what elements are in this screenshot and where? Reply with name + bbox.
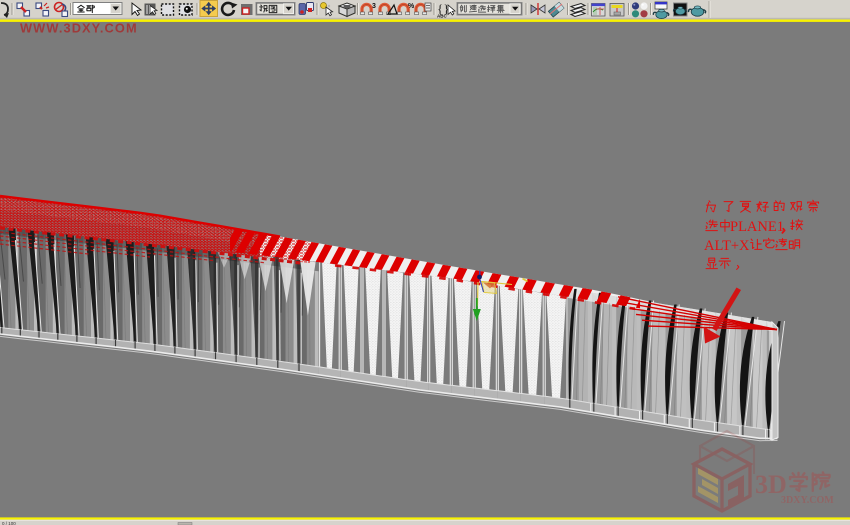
svg-text:WWW.3DXY.COM: WWW.3DXY.COM — [20, 21, 138, 36]
svg-text:PLANE1: PLANE1 — [730, 219, 784, 235]
svg-text:ABC: ABC — [437, 14, 447, 19]
svg-text:ALT+X: ALT+X — [704, 238, 750, 254]
svg-text:%: % — [408, 3, 415, 10]
svg-text:3: 3 — [372, 3, 376, 10]
svg-text:0 / 100: 0 / 100 — [2, 521, 16, 525]
svg-text:3DXY.COM: 3DXY.COM — [781, 495, 834, 506]
